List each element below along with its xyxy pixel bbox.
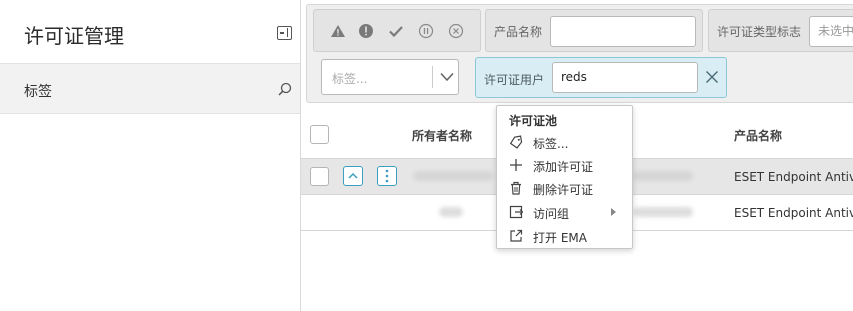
warning-icon[interactable] (330, 23, 346, 39)
trash-icon (511, 181, 521, 195)
folder-access-icon (509, 205, 523, 219)
product-name-cell: ESET Endpoint Antivirus (734, 170, 853, 184)
email-redacted (633, 171, 693, 181)
chevron-down-icon[interactable] (440, 72, 454, 82)
menu-item-label: 标签... (533, 137, 569, 151)
product-name-input[interactable] (550, 16, 696, 47)
app-window: 许可证管理 标签 产品名称 许可证类型标志 未选中 标签... 许可证用户 re… (0, 0, 853, 311)
license-user-label: 许可证用户 (484, 73, 545, 87)
select-all-checkbox[interactable] (310, 125, 329, 144)
menu-item-open-ema[interactable]: 打开 EMA (497, 225, 632, 248)
error-icon[interactable] (358, 23, 374, 39)
page-title: 许可证管理 (24, 24, 124, 48)
menu-item-tags[interactable]: 标签... (497, 131, 632, 154)
external-link-icon (510, 229, 523, 242)
expand-row-button[interactable] (343, 166, 363, 186)
sidebar: 许可证管理 标签 (0, 0, 301, 311)
divider (432, 66, 433, 88)
product-name-filter: 产品名称 (485, 9, 703, 52)
owner-name-redacted (439, 207, 463, 217)
email-redacted (633, 207, 693, 217)
search-icon[interactable] (278, 82, 292, 96)
menu-item-label: 添加许可证 (533, 160, 594, 174)
product-name-cell: ESET Endpoint Antivirus (734, 206, 853, 220)
menu-item-label: 访问组 (533, 207, 570, 221)
license-user-input[interactable]: reds (552, 62, 698, 93)
sidebar-item-tags[interactable]: 标签 (0, 63, 300, 114)
license-type-filter: 许可证类型标志 未选中 (708, 9, 853, 52)
menu-item-label: 打开 EMA (533, 231, 587, 245)
column-product-name[interactable]: 产品名称 (734, 127, 782, 144)
close-circle-icon[interactable] (448, 23, 464, 39)
tag-select-placeholder: 标签... (332, 72, 368, 86)
column-owner-name[interactable]: 所有者名称 (412, 127, 472, 144)
menu-header: 许可证池 (509, 114, 558, 128)
row-menu-button[interactable] (377, 166, 397, 186)
sidebar-item-label: 标签 (24, 84, 52, 100)
row-checkbox[interactable] (310, 167, 329, 186)
status-filter-group (313, 9, 481, 52)
check-icon[interactable] (388, 23, 404, 39)
submenu-arrow-icon (611, 208, 616, 216)
close-icon[interactable] (705, 70, 719, 84)
menu-item-label: 删除许可证 (533, 183, 594, 197)
product-name-label: 产品名称 (494, 25, 543, 39)
filter-bar: 产品名称 许可证类型标志 未选中 标签... 许可证用户 reds (306, 4, 853, 103)
license-type-select[interactable]: 未选中 (809, 16, 853, 47)
license-type-label: 许可证类型标志 (717, 25, 802, 39)
more-vertical-icon (385, 169, 389, 183)
menu-item-add-license[interactable]: 添加许可证 (497, 154, 632, 177)
tag-select[interactable]: 标签... (321, 59, 459, 95)
chevron-up-icon (348, 172, 358, 179)
menu-item-delete-license[interactable]: 删除许可证 (497, 177, 632, 200)
license-user-filter: 许可证用户 reds (475, 57, 727, 98)
tag-icon (509, 135, 523, 149)
pause-icon[interactable] (418, 23, 434, 39)
owner-name-redacted (413, 171, 493, 181)
context-menu: 许可证池 标签... 添加许可证 删除许可证 访问组 打开 EMA (496, 105, 633, 249)
menu-item-access-group[interactable]: 访问组 (497, 201, 632, 224)
collapse-panel-icon[interactable] (277, 26, 292, 40)
plus-icon (510, 159, 522, 171)
